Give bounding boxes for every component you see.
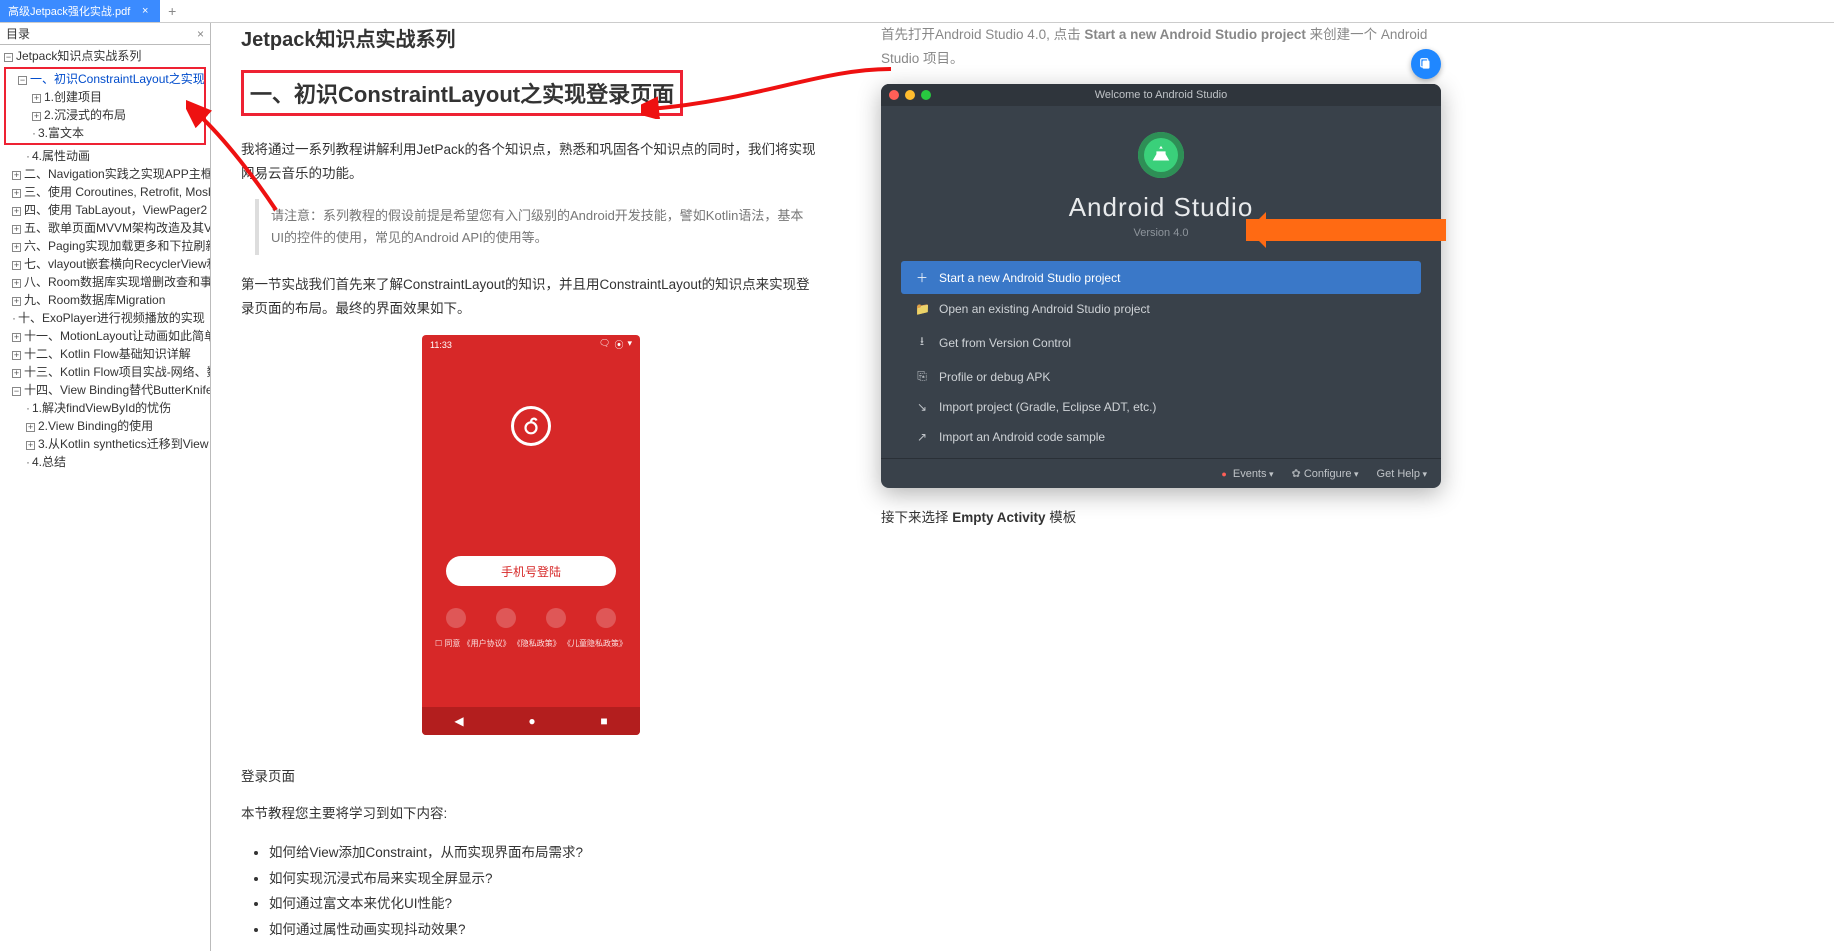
folder-icon: 📁: [915, 302, 929, 316]
tree-c10[interactable]: ·十、ExoPlayer进行视频播放的实现: [0, 309, 210, 327]
outline-tree[interactable]: −Jetpack知识点实战系列 −一、初识ConstraintLayout之实现…: [0, 45, 210, 951]
section-title: 一、初识ConstraintLayout之实现登录页面: [244, 73, 680, 113]
tree-c3[interactable]: +三、使用 Coroutines, Retrofit, Moshi实现网: [0, 183, 210, 201]
sidebar-title: 目录: [6, 25, 30, 42]
tree-c8[interactable]: +八、Room数据库实现增删改查和事务处理: [0, 273, 210, 291]
sidebar-title-bar: 目录 ×: [0, 23, 210, 45]
note-block: 请注意：系列教程的假设前提是希望您有入门级别的Android开发技能，譬如Kot…: [255, 199, 821, 255]
as-item-vcs[interactable]: ⭳Get from Version Control: [901, 324, 1421, 361]
tree-c9[interactable]: +九、Room数据库Migration: [0, 291, 210, 309]
section-title-box: 一、初识ConstraintLayout之实现登录页面: [241, 70, 683, 116]
tree-c1-2[interactable]: +2.沉浸式的布局: [6, 106, 204, 124]
as-configure-button[interactable]: ✿ Configure: [1292, 467, 1359, 480]
learn-bullets: 如何给View添加Constraint，从而实现界面布局需求? 如何实现沉浸式布…: [263, 840, 821, 943]
list-item: 如何通过属性动画实现抖动效果?: [269, 917, 821, 943]
login-caption: 登录页面: [241, 765, 821, 789]
tree-c6[interactable]: +六、Paging实现加载更多和下拉刷新，错误: [0, 237, 210, 255]
paragraph: 第一节实战我们首先来了解ConstraintLayout的知识，并且用Const…: [241, 273, 821, 320]
weibo-icon: [546, 608, 566, 628]
tree-c12[interactable]: +十二、Kotlin Flow基础知识详解: [0, 345, 210, 363]
list-item: 如何实现沉浸式布局来实现全屏显示?: [269, 866, 821, 892]
phone-mockup: 11:33 🗨⦿▾ 手机号登陆: [422, 335, 640, 735]
import-icon: ↘: [915, 400, 929, 414]
tree-c7[interactable]: +七、vlayout嵌套横向RecyclerView和Banne: [0, 255, 210, 273]
phone-status-bar: 11:33 🗨⦿▾: [422, 335, 640, 355]
tree-c5[interactable]: +五、歌单页面MVVM架构改造及其ViewMod: [0, 219, 210, 237]
new-tab-button[interactable]: +: [160, 0, 184, 22]
annotation-highlight-arrow: [1246, 219, 1446, 241]
tree-c1-4[interactable]: ·4.属性动画: [0, 147, 210, 165]
list-item: 如何给View添加Constraint，从而实现界面布局需求?: [269, 840, 821, 866]
phone-login-button: 手机号登陆: [446, 556, 616, 586]
app-body: 目录 × −Jetpack知识点实战系列 −一、初识ConstraintLayo…: [0, 23, 1834, 951]
as-item-sample[interactable]: ↗Import an Android code sample: [901, 422, 1421, 452]
list-item: 如何通过富文本来优化UI性能?: [269, 891, 821, 917]
as-titlebar: Welcome to Android Studio: [881, 84, 1441, 106]
plus-icon: ＋: [915, 269, 929, 286]
tree-c14-4[interactable]: ·4.总结: [0, 453, 210, 471]
android-studio-window: Welcome to Android Studio Android Studio…: [881, 84, 1441, 488]
tree-c13[interactable]: +十三、Kotlin Flow项目实战-网络、数据库和: [0, 363, 210, 381]
tree-root[interactable]: −Jetpack知识点实战系列: [0, 47, 210, 65]
as-version: Version 4.0: [1133, 227, 1188, 239]
as-item-new-project[interactable]: ＋Start a new Android Studio project: [901, 261, 1421, 294]
learn-intro: 本节教程您主要将学习到如下内容:: [241, 802, 821, 826]
right-intro: 首先打开Android Studio 4.0, 点击 Start a new A…: [881, 27, 1427, 66]
fab-button[interactable]: [1411, 49, 1441, 79]
as-help-button[interactable]: Get Help: [1377, 468, 1427, 480]
download-icon: ⭳: [915, 332, 929, 353]
tree-c1[interactable]: −一、初识ConstraintLayout之实现登录页面: [6, 70, 204, 88]
tree-c2[interactable]: +二、Navigation实践之实现APP主框架以及N: [0, 165, 210, 183]
tree-c14-3[interactable]: +3.从Kotlin synthetics迁移到View Bindin: [0, 435, 210, 453]
phone-status-icons: 🗨⦿▾: [599, 338, 632, 351]
tree-c14-2[interactable]: +2.View Binding的使用: [0, 417, 210, 435]
tree-c4[interactable]: +四、使用 TabLayout，ViewPager2 ，Recy: [0, 201, 210, 219]
wechat-icon: [446, 608, 466, 628]
netease-icon: [596, 608, 616, 628]
sidebar-close-icon[interactable]: ×: [197, 27, 204, 41]
close-icon[interactable]: ×: [138, 4, 152, 18]
phone-time: 11:33: [430, 340, 452, 350]
as-name: Android Studio: [1069, 192, 1254, 223]
qq-icon: [496, 608, 516, 628]
nav-recent-icon: ■: [600, 714, 607, 728]
outline-sidebar: 目录 × −Jetpack知识点实战系列 −一、初识ConstraintLayo…: [0, 23, 211, 951]
phone-terms: ☐ 同意 《用户协议》 《隐私政策》 《儿童隐私政策》: [422, 634, 640, 655]
tab-label: 高级Jetpack强化实战.pdf: [8, 3, 130, 19]
page-left: Jetpack知识点实战系列 一、初识ConstraintLayout之实现登录…: [211, 23, 851, 951]
tree-c1-3[interactable]: ·3.富文本: [6, 124, 204, 142]
phone-social-icons: [422, 602, 640, 634]
apk-icon: ⎘: [915, 369, 929, 384]
as-action-list: ＋Start a new Android Studio project 📁Ope…: [881, 261, 1441, 452]
as-window-title: Welcome to Android Studio: [881, 89, 1441, 101]
next-step: 接下来选择 Empty Activity 模板: [881, 506, 1461, 530]
as-footer: Events ✿ Configure Get Help: [881, 458, 1441, 488]
nav-back-icon: ◀: [454, 714, 463, 728]
android-studio-logo-icon: [1138, 132, 1184, 178]
as-item-import[interactable]: ↘Import project (Gradle, Eclipse ADT, et…: [901, 392, 1421, 422]
tab-bar: 高级Jetpack强化实战.pdf × +: [0, 0, 1834, 23]
tree-c11[interactable]: +十一、MotionLayout让动画如此简单: [0, 327, 210, 345]
sample-icon: ↗: [915, 430, 929, 444]
tree-c14-1[interactable]: ·1.解决findViewById的忧伤: [0, 399, 210, 417]
tree-c1-1[interactable]: +1.创建项目: [6, 88, 204, 106]
phone-nav-bar: ◀ ● ■: [422, 707, 640, 735]
as-item-apk[interactable]: ⎘Profile or debug APK: [901, 361, 1421, 392]
as-item-open[interactable]: 📁Open an existing Android Studio project: [901, 294, 1421, 324]
page-right: 首先打开Android Studio 4.0, 点击 Start a new A…: [851, 23, 1491, 951]
copy-icon: [1419, 57, 1433, 71]
pdf-content[interactable]: Jetpack知识点实战系列 一、初识ConstraintLayout之实现登录…: [211, 23, 1834, 951]
tree-c14[interactable]: −十四、View Binding替代ButterKnife和Kotli: [0, 381, 210, 399]
pdf-tab[interactable]: 高级Jetpack强化实战.pdf ×: [0, 0, 160, 22]
paragraph: 我将通过一系列教程讲解利用JetPack的各个知识点，熟悉和巩固各个知识点的同时…: [241, 138, 821, 185]
nav-home-icon: ●: [528, 714, 535, 728]
as-events-button[interactable]: Events: [1221, 468, 1273, 480]
series-title: Jetpack知识点实战系列: [241, 23, 821, 52]
netease-logo-icon: [511, 406, 551, 446]
